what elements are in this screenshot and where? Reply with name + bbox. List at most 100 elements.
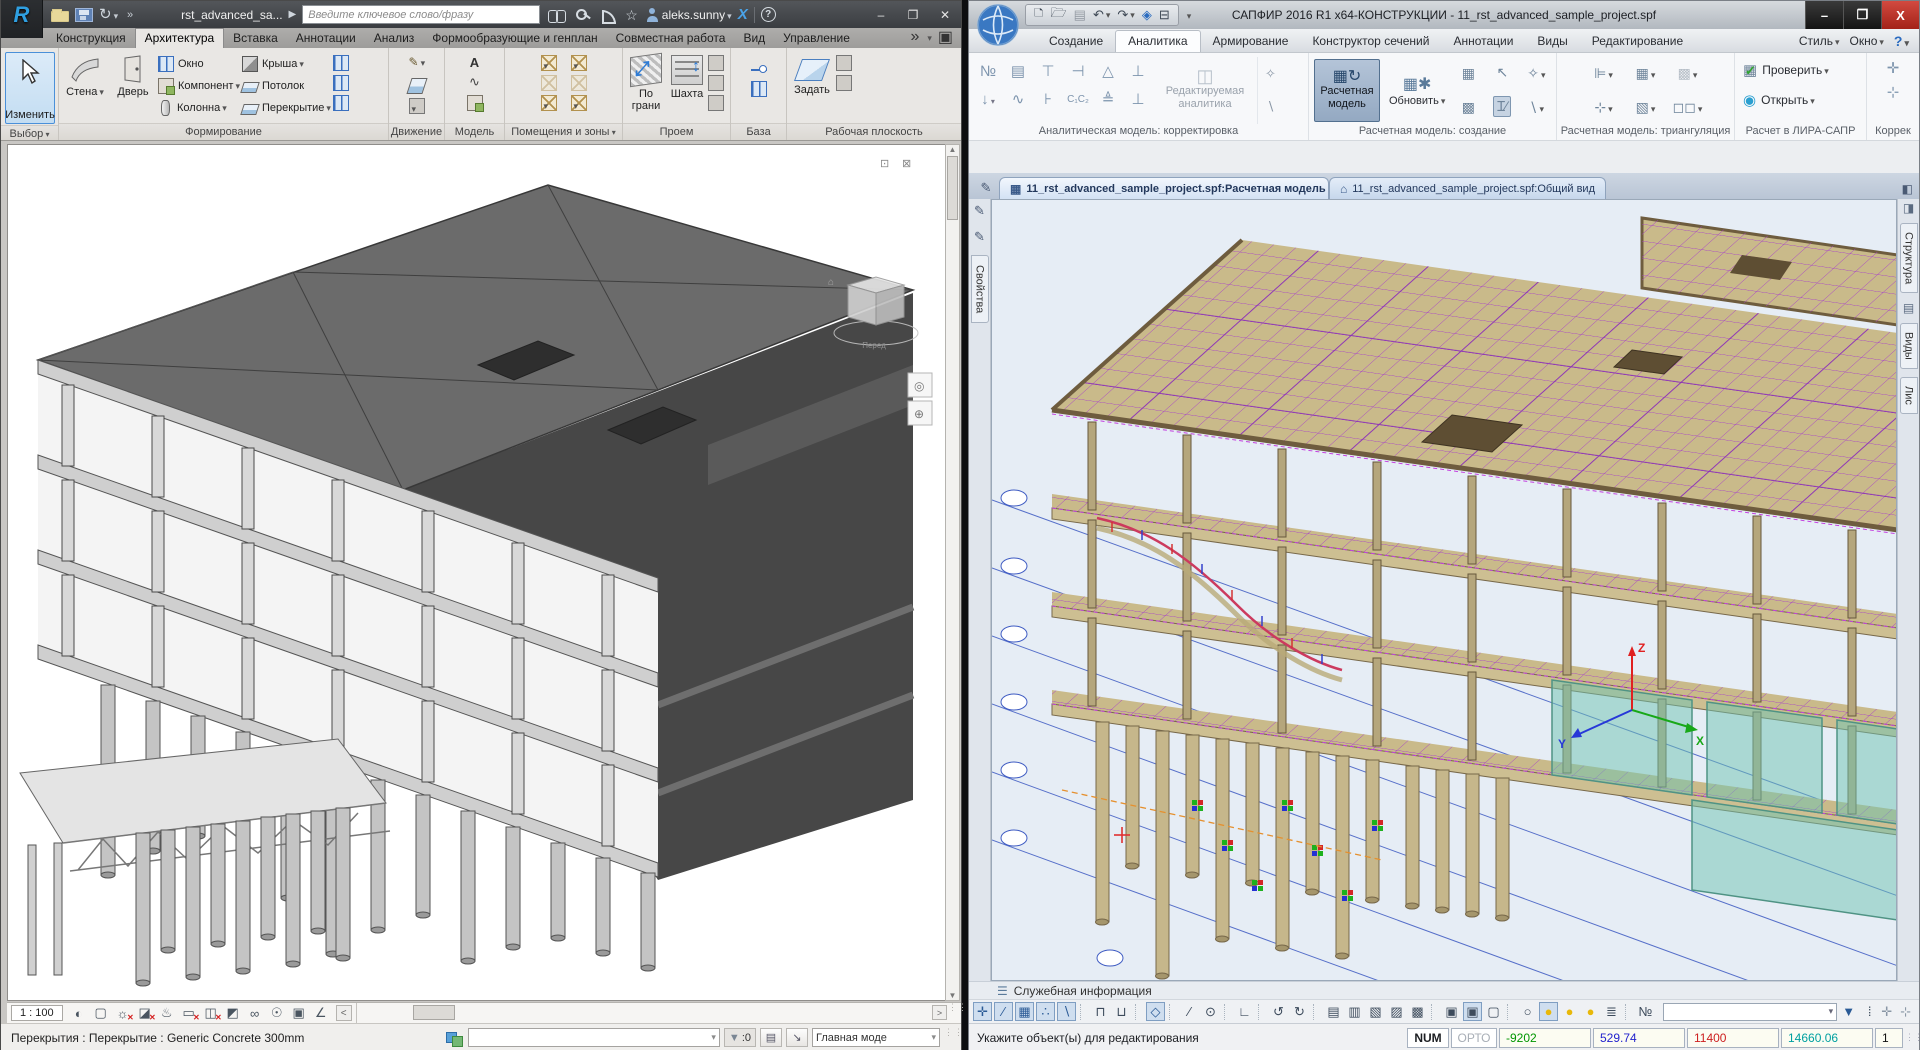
capitel-icon[interactable]: ▩: [1678, 65, 1698, 82]
ribbon-tab[interactable]: Анализ: [365, 29, 424, 48]
pin-support-icon[interactable]: ⊤: [1041, 62, 1054, 80]
filter-button[interactable]: ▼:0: [723, 1028, 756, 1047]
ceiling-button[interactable]: Потолок: [240, 77, 331, 95]
ribbon-tab[interactable]: Архитектура: [134, 28, 225, 48]
doc-tab-general-view[interactable]: ⌂ 11_rst_advanced_sample_project.spf:Общ…: [1329, 177, 1606, 199]
area-icon[interactable]: [570, 55, 587, 71]
view-iso-icon[interactable]: ▧: [1366, 1002, 1385, 1021]
rotate-ccw-icon[interactable]: ↺: [1269, 1002, 1288, 1021]
filter-funnel-icon[interactable]: ▼: [1839, 1002, 1858, 1021]
rod-icon[interactable]: ∖: [1266, 99, 1274, 115]
pier-support-icon[interactable]: ⊦: [1044, 90, 1052, 108]
by-face-button[interactable]: По грани: [626, 51, 666, 123]
vertical-scrollbar[interactable]: ▲ ▼: [945, 144, 960, 1001]
signed-in-user[interactable]: aleks.sunny: [662, 8, 732, 22]
save-icon[interactable]: [75, 8, 93, 22]
panel-label[interactable]: Рабочая плоскость: [787, 123, 961, 140]
sheets-tab[interactable]: Лис: [1899, 377, 1918, 414]
worksets-icon[interactable]: [445, 1030, 464, 1047]
room-icon[interactable]: [540, 55, 557, 71]
frame-refresh-icon[interactable]: ▦: [1462, 65, 1475, 82]
model-line-icon[interactable]: ∿: [467, 75, 483, 91]
bulb-off-icon[interactable]: ○: [1518, 1002, 1537, 1021]
scale-button[interactable]: 1 : 100: [11, 1005, 63, 1021]
triangulate-icon[interactable]: ▦: [1636, 65, 1656, 82]
wall-opening-icon[interactable]: [708, 55, 724, 71]
help-icon[interactable]: ?: [1894, 33, 1909, 49]
area-boundary-icon[interactable]: [570, 75, 587, 91]
stack-icon[interactable]: ▤: [1011, 62, 1025, 80]
revit-app-button[interactable]: R: [1, 0, 43, 38]
modify-panel-icon[interactable]: ▣: [938, 27, 953, 47]
pan-icon[interactable]: ✛: [1881, 1004, 1892, 1020]
lock-icon[interactable]: ⊓: [1091, 1002, 1110, 1021]
redo-icon[interactable]: ↷: [1117, 7, 1134, 23]
line-icon[interactable]: ∖: [1529, 99, 1544, 116]
truss-support-icon[interactable]: △: [1102, 62, 1114, 80]
horizontal-scrollbar[interactable]: > ⋮⋮: [356, 1003, 967, 1023]
circle-icon[interactable]: ⊙: [1201, 1002, 1220, 1021]
show-crop-icon[interactable]: ◫: [200, 1004, 221, 1022]
reveal-hidden-icon[interactable]: ☉: [266, 1004, 288, 1022]
workplane-icon[interactable]: ◇: [1146, 1002, 1165, 1021]
design-option-combo[interactable]: Главная моде: [812, 1028, 940, 1047]
selection-filter-combo[interactable]: [1663, 1002, 1838, 1021]
new-file-icon[interactable]: 🗅: [1034, 4, 1044, 26]
constraints-icon[interactable]: ∠: [310, 1004, 332, 1022]
node-icon[interactable]: ✧: [1265, 66, 1276, 82]
bulb-object-icon[interactable]: ●: [1581, 1002, 1600, 1021]
revit-3d-view[interactable]: Перед ⌂ ⊡ ⊠ ◎ ⊕: [7, 144, 946, 1001]
displacement-icon[interactable]: ▣: [288, 1004, 310, 1022]
menu-tab[interactable]: Конструктор сечений: [1300, 31, 1441, 52]
tag-room-icon[interactable]: [540, 95, 557, 111]
detail-level-icon[interactable]: ▢: [90, 1004, 112, 1022]
menu-tab[interactable]: Аннотации: [1441, 31, 1525, 52]
qat-expand-icon[interactable]: »: [127, 9, 133, 21]
num-indicator[interactable]: NUM: [1407, 1027, 1449, 1048]
vertical-opening-icon[interactable]: [708, 75, 724, 91]
editable-analytics-button[interactable]: ◫ Редактируемая аналитика: [1157, 57, 1253, 124]
ribbon-tab[interactable]: Совместная работа: [607, 29, 735, 48]
move-node-icon[interactable]: ✛: [1887, 59, 1900, 77]
perpendicular-icon[interactable]: ∟: [1235, 1002, 1254, 1021]
tag-area-icon[interactable]: [570, 95, 587, 111]
view-side-icon[interactable]: ▥: [1345, 1002, 1364, 1021]
view-plan-icon[interactable]: ▩: [1408, 1002, 1427, 1021]
select-rod-icon[interactable]: ↖: [1496, 64, 1508, 81]
menu-tab[interactable]: Армирование: [1201, 31, 1301, 52]
views-tab[interactable]: Виды: [1899, 323, 1918, 369]
search-input[interactable]: [302, 5, 541, 24]
room-separator-icon[interactable]: [540, 75, 557, 91]
ribbon-tab[interactable]: Формообразующие и генплан: [423, 29, 606, 48]
scroll-up-icon[interactable]: ▲: [949, 145, 957, 154]
open-file-icon[interactable]: 🗁: [1051, 4, 1067, 26]
close-button[interactable]: X: [1881, 1, 1919, 29]
sync-icon[interactable]: ↻: [99, 6, 117, 23]
visual-style-icon[interactable]: ◐: [68, 1004, 90, 1022]
roof-button[interactable]: Крыша: [242, 55, 331, 73]
bedding-coeff-icon[interactable]: C₁C₂: [1067, 94, 1089, 105]
favorites-icon[interactable]: ☆: [625, 8, 638, 22]
sapfir-3d-view[interactable]: Z X Y: [991, 199, 1897, 981]
small-truss-icon[interactable]: ≜: [1102, 90, 1115, 108]
ortho-indicator[interactable]: ОРТО: [1451, 1027, 1497, 1048]
help-icon[interactable]: ?: [760, 7, 776, 22]
window-button[interactable]: Окно: [158, 55, 240, 73]
model-mode-icon[interactable]: ▣: [1442, 1002, 1461, 1021]
panel-label[interactable]: База: [731, 123, 786, 140]
undo-icon[interactable]: ↶: [1093, 7, 1110, 23]
segment-icon[interactable]: ∕: [1180, 1002, 1199, 1021]
shaft-button[interactable]: Шахта: [668, 51, 706, 123]
scrollbar-thumb[interactable]: [947, 156, 958, 220]
crop-view-icon[interactable]: ▭: [178, 1004, 199, 1022]
edit-pencil-icon[interactable]: ✎: [974, 203, 985, 219]
edit-pencil-icon-2[interactable]: ✎: [974, 229, 985, 245]
qat-options-icon[interactable]: [1185, 6, 1192, 24]
properties-tab[interactable]: Свойства: [970, 255, 989, 324]
editing-requests-button[interactable]: ▤: [760, 1028, 782, 1047]
load-icon[interactable]: ↓: [981, 91, 995, 108]
model-text-icon[interactable]: A: [467, 55, 483, 71]
service-info-bar[interactable]: ☰ Служебная информация: [969, 981, 1919, 999]
ribbon-cycle-icon[interactable]: »: [910, 28, 919, 46]
close-button[interactable]: ✕: [929, 4, 961, 26]
